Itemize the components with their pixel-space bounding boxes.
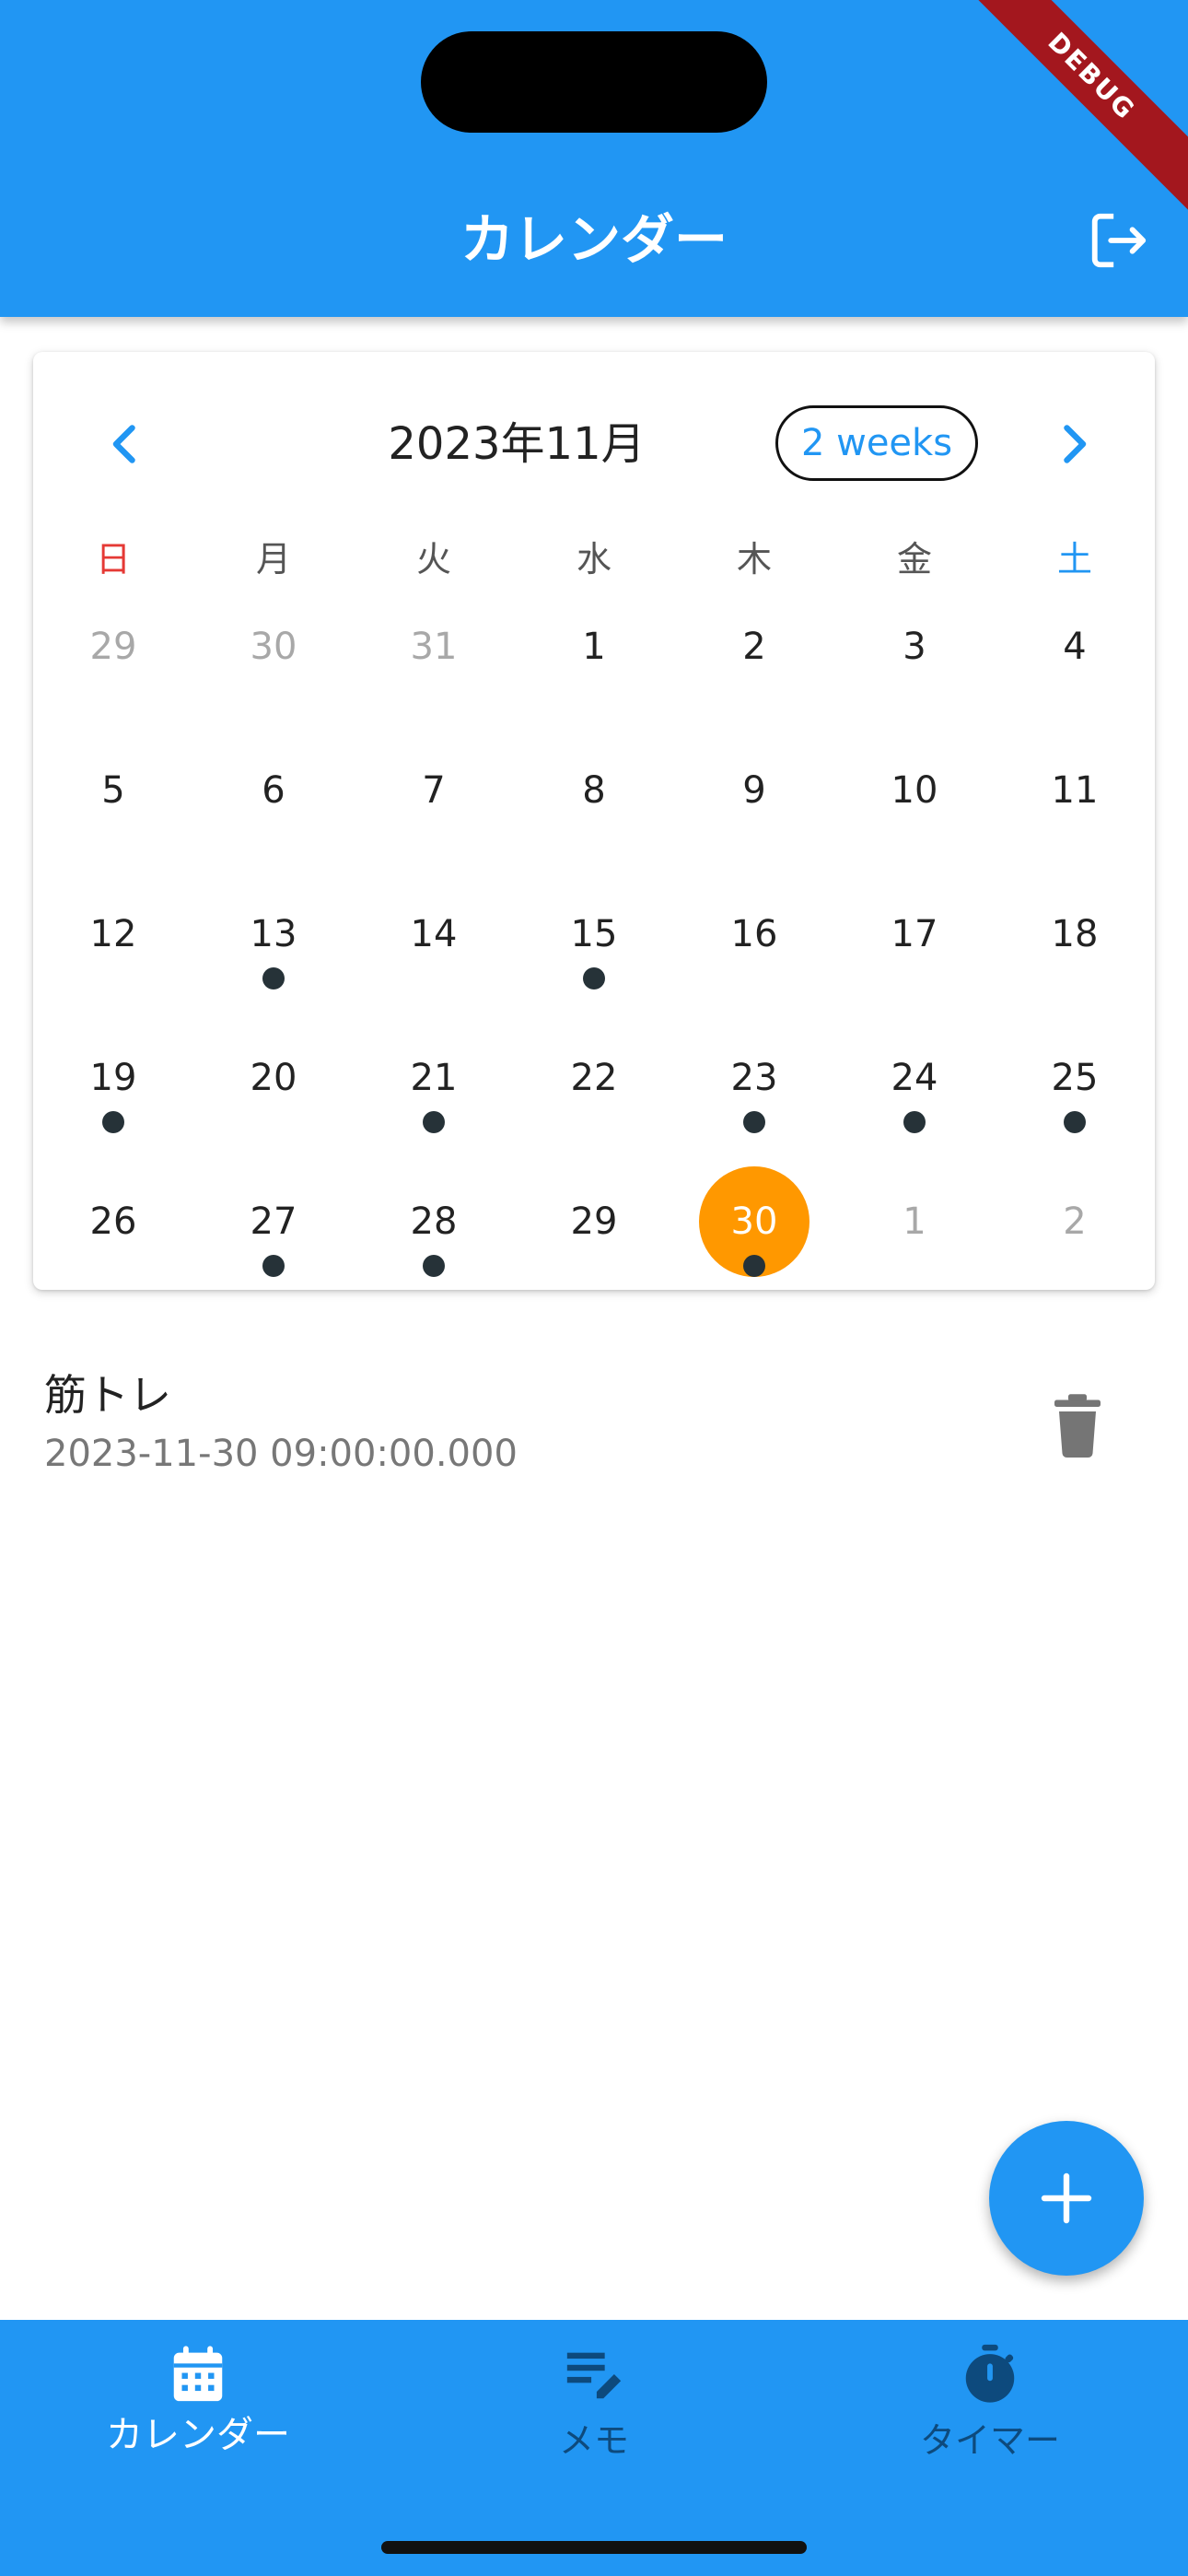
calendar-day[interactable]: 28 bbox=[354, 1194, 514, 1249]
calendar-day[interactable]: 27 bbox=[193, 1194, 354, 1249]
event-marker-dot bbox=[743, 1255, 765, 1277]
calendar-day[interactable]: 15 bbox=[514, 907, 674, 962]
calendar-day[interactable]: 24 bbox=[834, 1050, 995, 1106]
bottom-navigation-bar: カレンダー メモ タイマー bbox=[0, 2320, 1188, 2576]
calendar-day[interactable]: 18 bbox=[995, 907, 1155, 962]
notes-edit-icon bbox=[566, 2352, 622, 2399]
weekday-label: 月 bbox=[255, 539, 291, 580]
calendar-icon bbox=[173, 2346, 223, 2402]
logout-button[interactable] bbox=[1087, 208, 1151, 273]
calendar-day[interactable]: 16 bbox=[674, 907, 834, 962]
calendar-day[interactable]: 22 bbox=[514, 1050, 674, 1106]
calendar-day[interactable]: 29 bbox=[514, 1194, 674, 1249]
calendar-day[interactable]: 20 bbox=[193, 1050, 354, 1106]
calendar-day[interactable]: 17 bbox=[834, 907, 995, 962]
calendar-day[interactable]: 12 bbox=[33, 907, 193, 962]
calendar-card: 2023年11月 2 weeks 日月火水木金土 29 30 31 1 2 3 4 5 6 7 8 9… bbox=[33, 352, 1155, 1290]
calendar-day[interactable]: 23 bbox=[674, 1050, 834, 1106]
calendar-day[interactable]: 21 bbox=[354, 1050, 514, 1106]
weekday-label: 日 bbox=[95, 539, 131, 580]
event-marker-dot bbox=[262, 1255, 285, 1277]
calendar-day[interactable]: 29 bbox=[33, 619, 193, 674]
calendar-month-title: 2023年11月 bbox=[388, 418, 646, 470]
plus-icon bbox=[1041, 2172, 1092, 2224]
calendar-day[interactable]: 2 bbox=[674, 619, 834, 674]
calendar-day-today[interactable]: 30 bbox=[674, 1194, 834, 1249]
prev-month-button[interactable] bbox=[98, 416, 153, 472]
next-month-button[interactable] bbox=[1046, 416, 1101, 472]
calendar-day[interactable]: 14 bbox=[354, 907, 514, 962]
calendar-day[interactable]: 2 bbox=[995, 1194, 1155, 1249]
logout-icon bbox=[1091, 213, 1147, 268]
weekday-label: 水 bbox=[576, 539, 611, 580]
event-marker-dot bbox=[262, 967, 285, 989]
event-marker-dot bbox=[423, 1111, 445, 1133]
event-marker-dot bbox=[743, 1111, 765, 1133]
calendar-day[interactable]: 10 bbox=[834, 763, 995, 818]
calendar-day[interactable]: 26 bbox=[33, 1194, 193, 1249]
chevron-left-icon bbox=[112, 425, 135, 463]
weekday-label: 火 bbox=[415, 539, 451, 580]
page-title: カレンダー bbox=[460, 208, 728, 271]
calendar-day[interactable]: 7 bbox=[354, 763, 514, 818]
app-screen: カレンダー DEBUG 2023年11月 2 weeks 日月火水 木 金 土 … bbox=[0, 0, 1188, 2576]
trash-icon bbox=[1054, 1394, 1101, 1458]
calendar-day[interactable]: 8 bbox=[514, 763, 674, 818]
delete-event-button[interactable] bbox=[1050, 1393, 1105, 1458]
add-event-button[interactable] bbox=[989, 2121, 1144, 2276]
nav-label-calendar: カレンダー bbox=[106, 2414, 290, 2456]
calendar-day[interactable]: 1 bbox=[514, 619, 674, 674]
event-title: 筋トレ bbox=[44, 1370, 171, 1420]
timer-icon bbox=[965, 2344, 1015, 2403]
event-marker-dot bbox=[1064, 1111, 1086, 1133]
calendar-day[interactable]: 13 bbox=[193, 907, 354, 962]
calendar-day[interactable]: 3 bbox=[834, 619, 995, 674]
calendar-day[interactable]: 30 bbox=[193, 619, 354, 674]
weekday-label: 土 bbox=[1056, 539, 1092, 580]
nav-item-memo[interactable]: メモ bbox=[396, 2320, 792, 2504]
dynamic-island bbox=[421, 31, 767, 133]
chevron-right-icon bbox=[1064, 425, 1087, 463]
weekday-label: 金 bbox=[896, 539, 932, 580]
nav-label-memo: メモ bbox=[558, 2420, 629, 2461]
calendar-day[interactable]: 9 bbox=[674, 763, 834, 818]
event-datetime: 2023-11-30 09:00:00.000 bbox=[44, 1433, 518, 1475]
nav-item-calendar[interactable]: カレンダー bbox=[0, 2320, 396, 2504]
calendar-header: 2023年11月 2 weeks bbox=[33, 396, 1155, 488]
calendar-day[interactable]: 11 bbox=[995, 763, 1155, 818]
calendar-day[interactable]: 4 bbox=[995, 619, 1155, 674]
event-marker-dot bbox=[583, 967, 605, 989]
event-marker-dot bbox=[102, 1111, 124, 1133]
calendar-day[interactable]: 6 bbox=[193, 763, 354, 818]
calendar-day[interactable]: 19 bbox=[33, 1050, 193, 1106]
event-marker-dot bbox=[423, 1255, 445, 1277]
nav-item-timer[interactable]: タイマー bbox=[792, 2320, 1188, 2504]
weekday-header-row: 日月火水木金土 bbox=[33, 527, 1155, 591]
app-bar: カレンダー bbox=[0, 0, 1188, 317]
calendar-day[interactable]: 25 bbox=[995, 1050, 1155, 1106]
calendar-day[interactable]: 31 bbox=[354, 619, 514, 674]
calendar-day[interactable]: 5 bbox=[33, 763, 193, 818]
weekday-label: 木 bbox=[736, 539, 772, 580]
nav-label-timer: タイマー bbox=[919, 2420, 1060, 2461]
event-list-item[interactable]: 筋トレ 2023-11-30 09:00:00.000 bbox=[0, 1345, 1188, 1483]
event-marker-dot bbox=[903, 1111, 926, 1133]
home-indicator bbox=[381, 2541, 807, 2554]
format-toggle-button[interactable]: 2 weeks bbox=[775, 405, 978, 481]
calendar-day[interactable]: 1 bbox=[834, 1194, 995, 1249]
